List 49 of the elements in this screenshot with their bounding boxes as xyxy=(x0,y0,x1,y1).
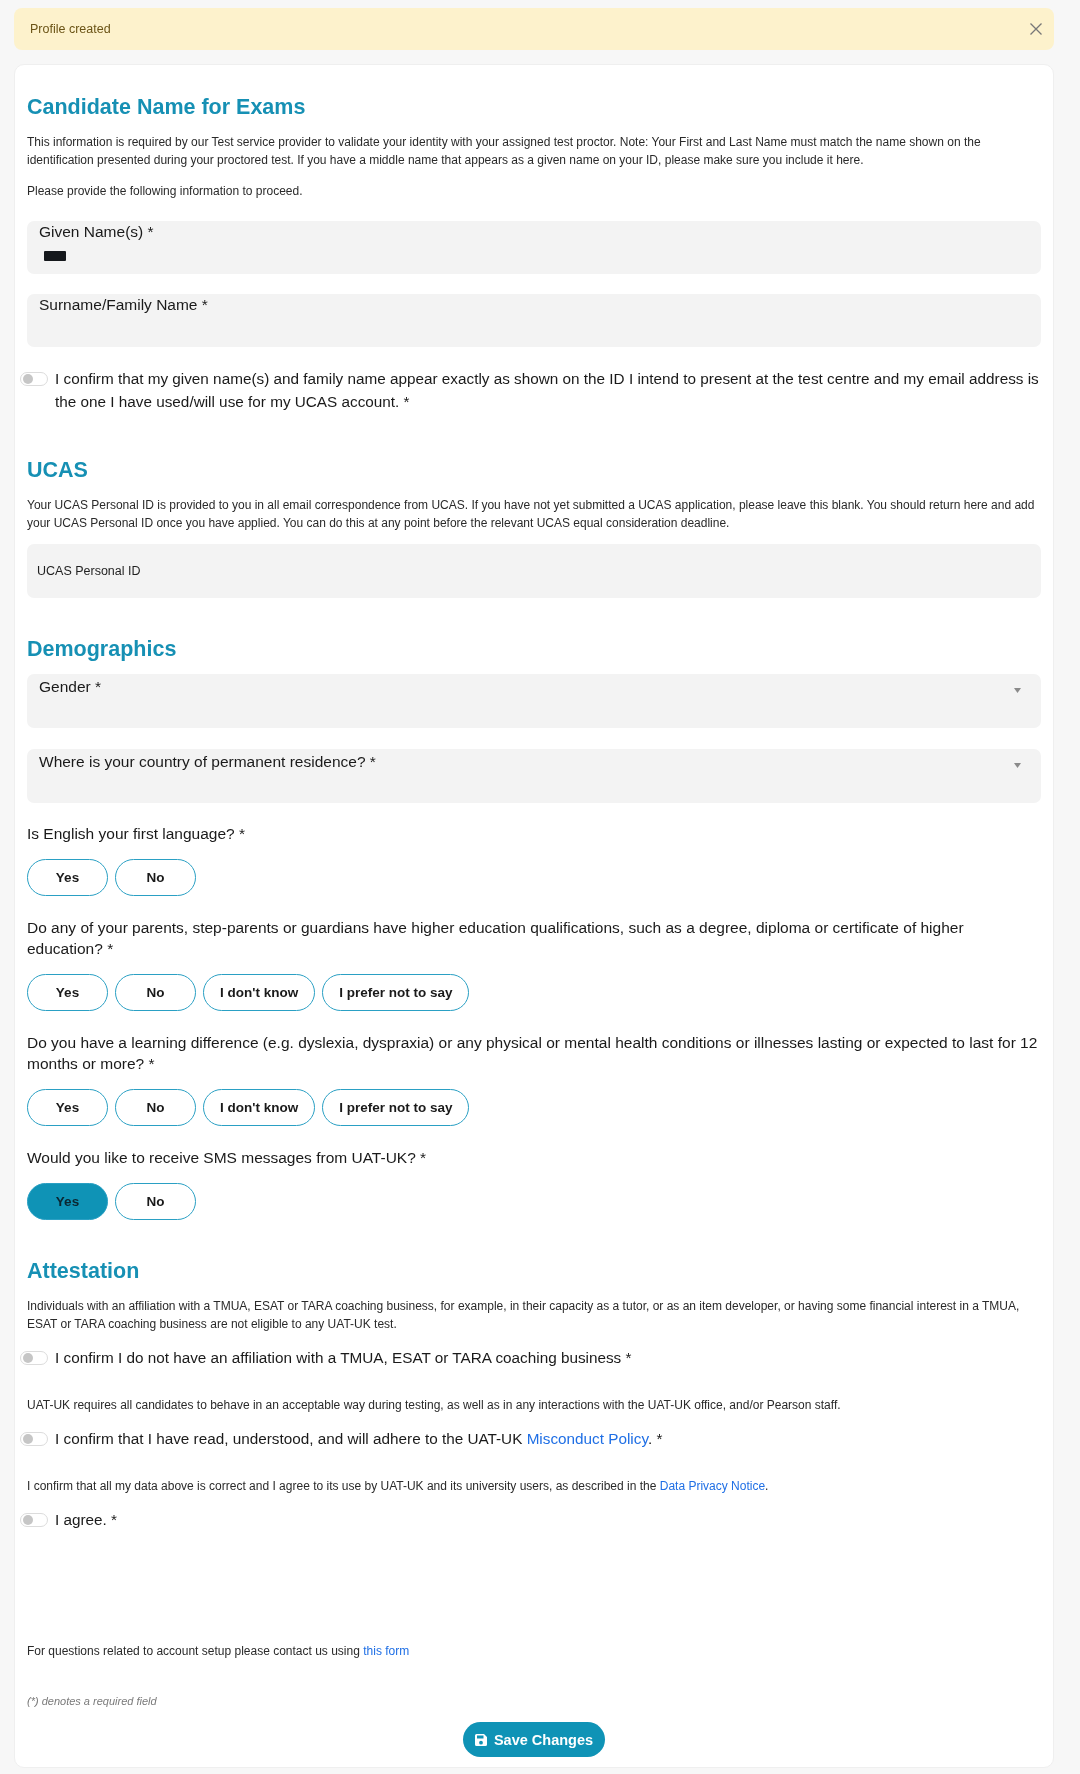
choice-button[interactable]: No xyxy=(115,1089,196,1126)
toggle-switch[interactable] xyxy=(20,1512,48,1527)
choice-button[interactable]: Yes xyxy=(27,1183,108,1220)
choice-button[interactable]: I don't know xyxy=(203,974,316,1011)
section-heading: Candidate Name for Exams xyxy=(27,94,307,120)
toggle-switch[interactable] xyxy=(20,1350,48,1365)
section-heading: UCAS xyxy=(27,457,89,483)
select-field[interactable]: Where is your country of permanent residence? * xyxy=(27,749,1041,803)
question-text: Do you have a learning difference (e.g. dyslexia, dyspraxia) or any physical or mental health conditions or illnesses lasting or expected to last for 12 months or more? * xyxy=(27,1033,1039,1074)
text-field[interactable]: Surname/Family Name * xyxy=(27,294,1041,347)
choice-button[interactable]: I prefer not to say xyxy=(322,1089,470,1126)
banner-message: Profile created xyxy=(30,22,111,36)
text-link[interactable]: Misconduct Policy xyxy=(526,1430,648,1447)
toggle-label: I confirm that my given name(s) and family name appear exactly as shown on the ID I intend to present at the test centre and my email address is the one I have used/will use for my UCAS account. * xyxy=(55,369,1040,412)
info-paragraph: Your UCAS Personal ID is provided to you in all email correspondence from UCAS. If you have not yet submitted a UCAS application, please leave this blank. You should return here and add your UCAS Personal ID once you have applied. You can do this at any point before the relevant UCAS equal consideration deadline. xyxy=(27,497,1036,532)
question-text: Do any of your parents, step-parents or guardians have higher education qualifications, such as a degree, diploma or certificate of higher education? * xyxy=(27,918,965,959)
close-icon[interactable] xyxy=(1030,23,1042,35)
info-paragraph: I confirm that all my data above is correct and I agree to its use by UAT-UK and its university users, as described in the Data Privacy Notice. xyxy=(27,1478,770,1495)
section-heading: Demographics xyxy=(27,636,178,662)
select-field[interactable]: Gender * xyxy=(27,674,1041,728)
toggle-label: I agree. * xyxy=(55,1510,118,1530)
choice-button[interactable]: No xyxy=(115,974,196,1011)
choice-button[interactable]: No xyxy=(115,1183,196,1220)
caret-icon xyxy=(1014,763,1021,768)
caret-icon xyxy=(1014,688,1021,693)
text-field[interactable]: Given Name(s) * xyxy=(27,221,1041,274)
toggle-label: I confirm that I have read, understood, and will adhere to the UAT-UK Misconduct Policy. * xyxy=(55,1429,663,1449)
choice-button[interactable]: Yes xyxy=(27,859,108,896)
save-icon xyxy=(474,1733,487,1746)
info-paragraph: This information is required by our Test service provider to validate your identity with your assigned test proctor. Note: Your First and Last Name must match the name shown on the identification presented during your proctored test. If you have a middle name that appears as a given name on your ID, please make sure you include it here. xyxy=(27,134,982,169)
choice-button[interactable]: I prefer not to say xyxy=(322,974,470,1011)
choice-button[interactable]: No xyxy=(115,859,196,896)
info-paragraph: UAT-UK requires all candidates to behave in an acceptable way during testing, as well as in any interactions with the UAT-UK office, and/or Pearson staff. xyxy=(27,1397,842,1414)
ucas-id-field[interactable]: UCAS Personal ID xyxy=(27,544,1041,598)
required-note: (*) denotes a required field xyxy=(27,1694,158,1709)
section-heading: Attestation xyxy=(27,1258,141,1284)
info-paragraph: Individuals with an affiliation with a TMUA, ESAT or TARA coaching business, for example, in their capacity as a tutor, or as an item developer, or having some financial interest in a TMUA, ESAT or TARA coaching business are not eligible to any UAT-UK test. xyxy=(27,1298,1021,1333)
toggle-switch[interactable] xyxy=(20,371,48,386)
toggle-label: I confirm I do not have an affiliation with a TMUA, ESAT or TARA coaching business * xyxy=(55,1348,632,1368)
choice-button[interactable]: Yes xyxy=(27,1089,108,1126)
text-link[interactable]: this form xyxy=(363,1644,410,1658)
save-button[interactable]: Save Changes xyxy=(463,1722,605,1757)
question-text: Would you like to receive SMS messages from UAT-UK? * xyxy=(27,1148,428,1168)
choice-button[interactable]: Yes xyxy=(27,974,108,1011)
choice-button[interactable]: I don't know xyxy=(203,1089,316,1126)
question-text: Is English your first language? * xyxy=(27,824,246,844)
info-paragraph: Please provide the following information to proceed. xyxy=(27,183,304,200)
contact-text: For questions related to account setup please contact us using this form xyxy=(27,1643,411,1660)
toggle-switch[interactable] xyxy=(20,1431,48,1446)
